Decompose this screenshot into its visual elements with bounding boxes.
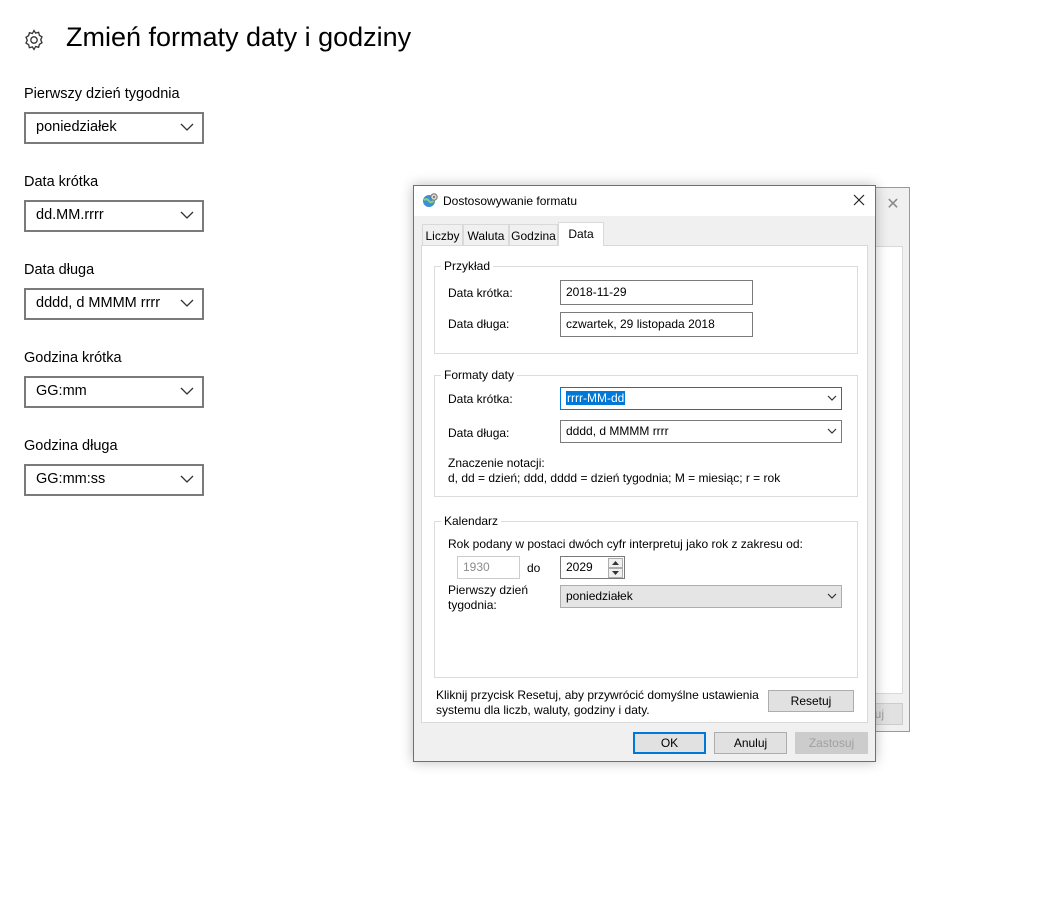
chevron-down-icon	[180, 123, 194, 131]
gear-icon	[25, 29, 43, 51]
two-digit-year-text: Rok podany w postaci dwóch cyfr interpre…	[448, 537, 803, 551]
long-date-format-label: Data długa:	[448, 426, 510, 440]
first-day-label: Pierwszy dzień tygodnia	[24, 86, 180, 102]
tab-data[interactable]: Data	[558, 222, 604, 246]
long-date-value: dddd, d MMMM rrrr	[36, 295, 161, 311]
to-label: do	[527, 561, 541, 575]
dialog-title: Dostosowywanie formatu	[443, 194, 578, 208]
close-icon[interactable]	[851, 192, 867, 208]
date-formats-group-title: Formaty daty	[441, 368, 518, 382]
short-time-dropdown[interactable]: GG:mm	[24, 376, 204, 408]
first-day-label-line2: tygodnia:	[448, 598, 497, 612]
short-date-format-value: rrrr-MM-dd	[566, 391, 626, 405]
short-time-label: Godzina krótka	[24, 350, 122, 366]
chevron-down-icon	[827, 428, 837, 434]
long-time-value: GG:mm:ss	[36, 471, 106, 487]
calendar-group: Kalendarz Rok podany w postaci dwóch cyf…	[434, 514, 858, 678]
notation-title: Znaczenie notacji:	[448, 456, 545, 470]
from-year-field: 1930	[457, 556, 520, 579]
chevron-down-icon	[180, 299, 194, 307]
page-title: Zmień formaty daty i godziny	[66, 22, 412, 52]
date-formats-group: Formaty daty Data krótka: rrrr-MM-dd Dat…	[434, 368, 858, 497]
long-date-label: Data długa	[24, 262, 95, 278]
example-long-field: czwartek, 29 listopada 2018	[560, 312, 753, 337]
reset-description: Kliknij przycisk Resetuj, aby przywrócić…	[436, 688, 766, 718]
chevron-down-icon	[180, 211, 194, 219]
calendar-group-title: Kalendarz	[441, 514, 502, 528]
chevron-down-icon	[827, 395, 837, 401]
short-date-format-label: Data krótka:	[448, 392, 513, 406]
notation-text: d, dd = dzień; ddd, dddd = dzień tygodni…	[448, 471, 781, 485]
chevron-down-icon	[180, 475, 194, 483]
first-day-combobox-value: poniedziałek	[566, 589, 633, 603]
example-long-label: Data długa:	[448, 317, 510, 331]
arrow-down-icon	[612, 571, 619, 575]
tab-panel-data: Przykład Data krótka: 2018-11-29 Data dł…	[421, 245, 868, 723]
long-date-format-combobox[interactable]: dddd, d MMMM rrrr	[560, 420, 842, 443]
long-time-dropdown[interactable]: GG:mm:ss	[24, 464, 204, 496]
example-short-label: Data krótka:	[448, 286, 513, 300]
short-date-value: dd.MM.rrrr	[36, 207, 104, 223]
reset-description-line1: Kliknij przycisk Resetuj, aby przywrócić…	[436, 688, 759, 702]
first-day-dropdown[interactable]: poniedziałek	[24, 112, 204, 144]
dialog-titlebar: Dostosowywanie formatu	[414, 186, 875, 216]
example-group-title: Przykład	[441, 259, 494, 273]
spin-up-button[interactable]	[608, 558, 623, 568]
spin-down-button[interactable]	[608, 568, 623, 578]
short-time-value: GG:mm	[36, 383, 87, 399]
cancel-button[interactable]: Anuluj	[714, 732, 787, 754]
short-date-format-combobox[interactable]: rrrr-MM-dd	[560, 387, 842, 410]
ok-button[interactable]: OK	[633, 732, 706, 754]
background-close-icon[interactable]: ✕	[881, 194, 905, 214]
to-year-spinner[interactable]: 2029	[560, 556, 625, 579]
customize-format-dialog: Dostosowywanie formatu Liczby Waluta God…	[413, 185, 876, 762]
example-group: Przykład Data krótka: 2018-11-29 Data dł…	[434, 259, 858, 354]
apply-button[interactable]: Zastosuj	[795, 732, 868, 754]
globe-settings-icon	[423, 193, 438, 207]
reset-button[interactable]: Resetuj	[768, 690, 854, 712]
long-time-label: Godzina długa	[24, 438, 118, 454]
tab-godzina[interactable]: Godzina	[509, 224, 558, 245]
example-short-field: 2018-11-29	[560, 280, 753, 305]
first-day-combobox[interactable]: poniedziałek	[560, 585, 842, 608]
first-day-value: poniedziałek	[36, 119, 117, 135]
long-date-format-value: dddd, d MMMM rrrr	[566, 424, 669, 438]
short-date-dropdown[interactable]: dd.MM.rrrr	[24, 200, 204, 232]
chevron-down-icon	[827, 593, 837, 599]
long-date-dropdown[interactable]: dddd, d MMMM rrrr	[24, 288, 204, 320]
reset-description-line2: systemu dla liczb, waluty, godziny i dat…	[436, 703, 650, 717]
first-day-label-line1: Pierwszy dzień	[448, 583, 529, 597]
arrow-up-icon	[612, 561, 619, 565]
chevron-down-icon	[180, 387, 194, 395]
short-date-label: Data krótka	[24, 174, 99, 190]
tab-liczby[interactable]: Liczby	[422, 224, 463, 245]
to-year-value: 2029	[566, 560, 593, 574]
tab-waluta[interactable]: Waluta	[463, 224, 509, 245]
